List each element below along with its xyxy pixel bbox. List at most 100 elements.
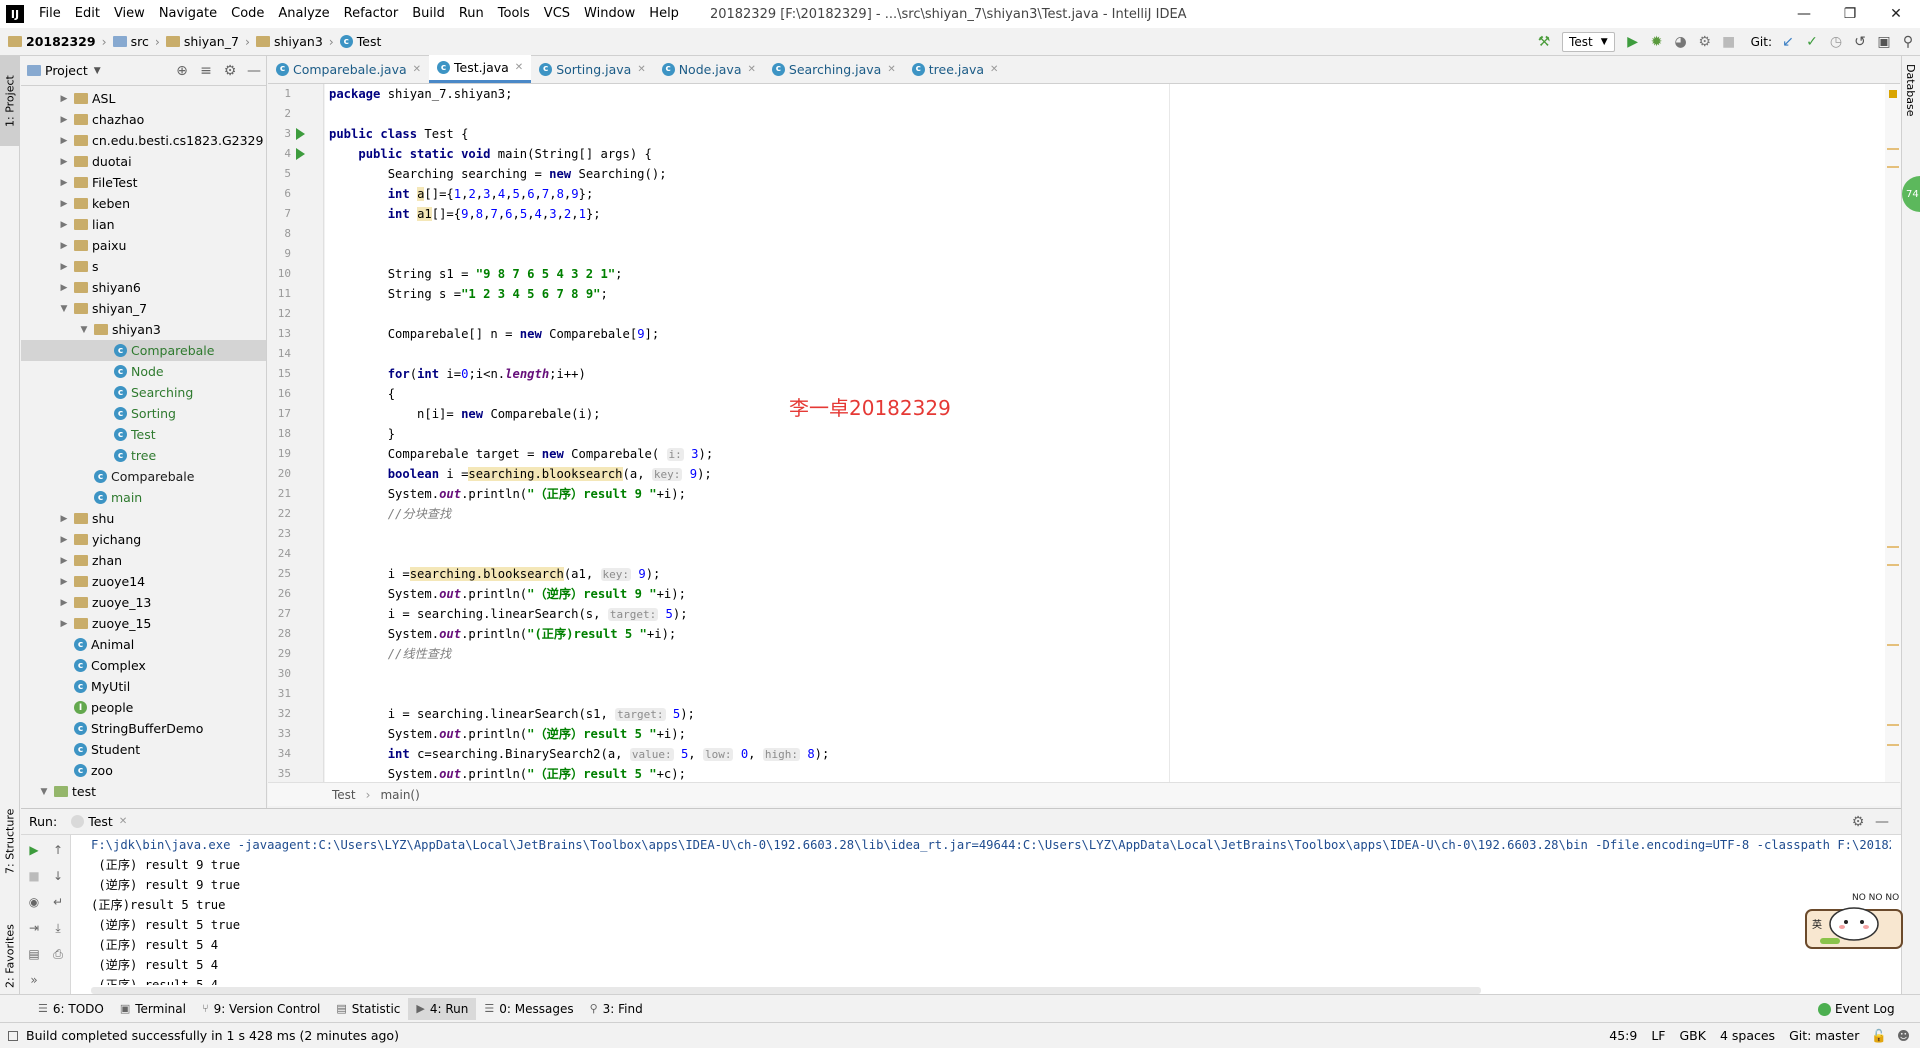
close-icon[interactable]: ✕ xyxy=(1873,0,1919,28)
tree-item[interactable]: ▶ FileTest xyxy=(21,172,266,193)
tree-item[interactable]: ▼ test xyxy=(21,781,266,802)
chevron-right-icon[interactable]: ▶ xyxy=(57,577,71,587)
soft-wrap-icon[interactable]: ↵ xyxy=(47,891,69,913)
git-history-icon[interactable]: ◷ xyxy=(1825,31,1847,53)
console-output[interactable]: F:\jdk\bin\java.exe -javaagent:C:\Users\… xyxy=(91,835,1891,985)
tool-window-button[interactable]: ☰ 6: TODO xyxy=(30,998,112,1020)
tree-item[interactable]: ▶ zuoye_13 xyxy=(21,592,266,613)
editor-scrollbar[interactable] xyxy=(1885,84,1901,782)
project-structure-icon[interactable]: ▣ xyxy=(1873,31,1895,53)
chevron-right-icon[interactable]: ▶ xyxy=(57,220,71,230)
restore-icon[interactable]: ❐ xyxy=(1827,0,1873,28)
chevron-right-icon[interactable]: ▶ xyxy=(57,199,71,209)
lock-icon[interactable]: 🔓 xyxy=(1871,1028,1887,1044)
breadcrumb-method[interactable]: main() xyxy=(380,788,419,802)
status-message[interactable]: Build completed successfully in 1 s 428 … xyxy=(26,1028,399,1043)
stop-icon[interactable]: ■ xyxy=(23,865,45,887)
code-editor[interactable]: package shiyan_7.shiyan3; public class Te… xyxy=(325,84,1885,782)
chevron-right-icon[interactable]: ▶ xyxy=(57,178,71,188)
caret-position[interactable]: 45:9 xyxy=(1609,1028,1637,1043)
pin-icon[interactable]: » xyxy=(23,969,45,991)
tree-item[interactable]: c StringBufferDemo xyxy=(21,718,266,739)
chevron-right-icon[interactable]: ▶ xyxy=(57,262,71,272)
line-separator[interactable]: LF xyxy=(1651,1028,1665,1043)
tree-item[interactable]: c Test xyxy=(21,424,266,445)
breadcrumb-class[interactable]: Test xyxy=(332,788,356,802)
chevron-right-icon[interactable]: ▶ xyxy=(57,619,71,629)
tree-item[interactable]: c zoo xyxy=(21,760,266,781)
run-gutter-icon[interactable] xyxy=(296,128,305,140)
menu-tools[interactable]: Tools xyxy=(491,0,537,28)
minimize-icon[interactable]: — xyxy=(1781,0,1827,28)
console-scrollbar[interactable] xyxy=(91,987,1481,994)
locate-icon[interactable]: ⊕ xyxy=(171,60,193,82)
tool-window-button[interactable]: ▣ Terminal xyxy=(112,998,194,1020)
layout-icon[interactable]: ▤ xyxy=(23,943,45,965)
tree-item[interactable]: c Sorting xyxy=(21,403,266,424)
breadcrumb-src[interactable]: src › xyxy=(112,34,160,49)
profile-icon[interactable]: ⚙ xyxy=(1694,31,1716,53)
chevron-down-icon[interactable]: ▼ xyxy=(94,66,101,76)
tree-item[interactable]: c MyUtil xyxy=(21,676,266,697)
chevron-right-icon[interactable]: ▶ xyxy=(57,598,71,608)
git-branch[interactable]: Git: master xyxy=(1789,1028,1859,1043)
tree-item[interactable]: c Comparebale xyxy=(21,466,266,487)
tree-item[interactable]: c tree xyxy=(21,445,266,466)
status-toggle-icon[interactable] xyxy=(8,1030,18,1041)
dump-threads-icon[interactable]: ◉ xyxy=(23,891,45,913)
tree-item[interactable]: ▶ paixu xyxy=(21,235,266,256)
tree-item[interactable]: c main xyxy=(21,487,266,508)
chevron-right-icon[interactable]: ▶ xyxy=(57,535,71,545)
chevron-right-icon[interactable]: ▶ xyxy=(57,115,71,125)
editor-tab[interactable]: c Searching.java ✕ xyxy=(764,55,904,83)
close-tab-icon[interactable]: ✕ xyxy=(748,64,756,75)
hide-panel-icon[interactable]: — xyxy=(1871,811,1893,833)
menu-navigate[interactable]: Navigate xyxy=(152,0,224,28)
tool-window-button[interactable]: ▶ 4: Run xyxy=(408,997,477,1020)
tree-item[interactable]: ▼ shiyan_7 xyxy=(21,298,266,319)
menu-edit[interactable]: Edit xyxy=(68,0,107,28)
menu-view[interactable]: View xyxy=(107,0,152,28)
coverage-icon[interactable]: ◕ xyxy=(1670,31,1692,53)
chevron-down-icon[interactable]: ▼ xyxy=(77,325,91,335)
git-commit-icon[interactable]: ✓ xyxy=(1801,31,1823,53)
editor-tab[interactable]: c Test.java ✕ xyxy=(429,55,532,83)
favorites-tool-tab[interactable]: 2: Favorites xyxy=(0,906,20,1006)
git-update-icon[interactable]: ↙ xyxy=(1777,31,1799,53)
tool-window-button[interactable]: ▤ Statistic xyxy=(328,998,408,1020)
run-tab-test[interactable]: Test xyxy=(88,814,113,829)
tree-item[interactable]: ▶ cn.edu.besti.cs1823.G2329 xyxy=(21,130,266,151)
chevron-right-icon[interactable]: ▶ xyxy=(57,556,71,566)
settings-gear-icon[interactable]: ⚙ xyxy=(1847,811,1869,833)
editor-tab[interactable]: c Sorting.java ✕ xyxy=(531,55,654,83)
chevron-down-icon[interactable]: ▼ xyxy=(37,787,51,797)
collapse-all-icon[interactable]: ≡ xyxy=(195,60,217,82)
run-gutter-icon[interactable] xyxy=(296,148,305,160)
close-tab-icon[interactable]: ✕ xyxy=(119,816,127,827)
scroll-to-end-icon[interactable]: ⤓ xyxy=(47,917,69,939)
tree-item[interactable]: ▼ shiyan3 xyxy=(21,319,266,340)
project-tool-tab[interactable]: 1: Project xyxy=(0,56,20,146)
scroll-down-icon[interactable]: ↓ xyxy=(47,865,69,887)
chevron-right-icon[interactable]: ▶ xyxy=(57,136,71,146)
tree-item[interactable]: c Complex xyxy=(21,655,266,676)
menu-analyze[interactable]: Analyze xyxy=(271,0,336,28)
tree-item[interactable]: ▶ zuoye14 xyxy=(21,571,266,592)
breadcrumb-shiyan7[interactable]: shiyan_7 › xyxy=(165,34,250,49)
exit-icon[interactable]: ⇥ xyxy=(23,917,45,939)
tree-item[interactable]: ▶ shu xyxy=(21,508,266,529)
print-icon[interactable]: ⎙ xyxy=(47,943,69,965)
tree-item[interactable]: Ipeople xyxy=(21,697,266,718)
rerun-icon[interactable]: ▶ xyxy=(23,839,45,861)
menu-refactor[interactable]: Refactor xyxy=(337,0,406,28)
chevron-right-icon[interactable]: ▶ xyxy=(57,157,71,167)
tool-window-button[interactable]: ⚲ 3: Find xyxy=(582,998,651,1020)
tree-item[interactable]: c Node xyxy=(21,361,266,382)
tree-item[interactable]: ▶ keben xyxy=(21,193,266,214)
chevron-down-icon[interactable]: ▼ xyxy=(57,304,71,314)
file-encoding[interactable]: GBK xyxy=(1679,1028,1705,1043)
chevron-right-icon[interactable]: ▶ xyxy=(57,514,71,524)
editor-tab[interactable]: c tree.java ✕ xyxy=(904,55,1007,83)
tree-item[interactable]: c Animal xyxy=(21,634,266,655)
menu-help[interactable]: Help xyxy=(642,0,686,28)
